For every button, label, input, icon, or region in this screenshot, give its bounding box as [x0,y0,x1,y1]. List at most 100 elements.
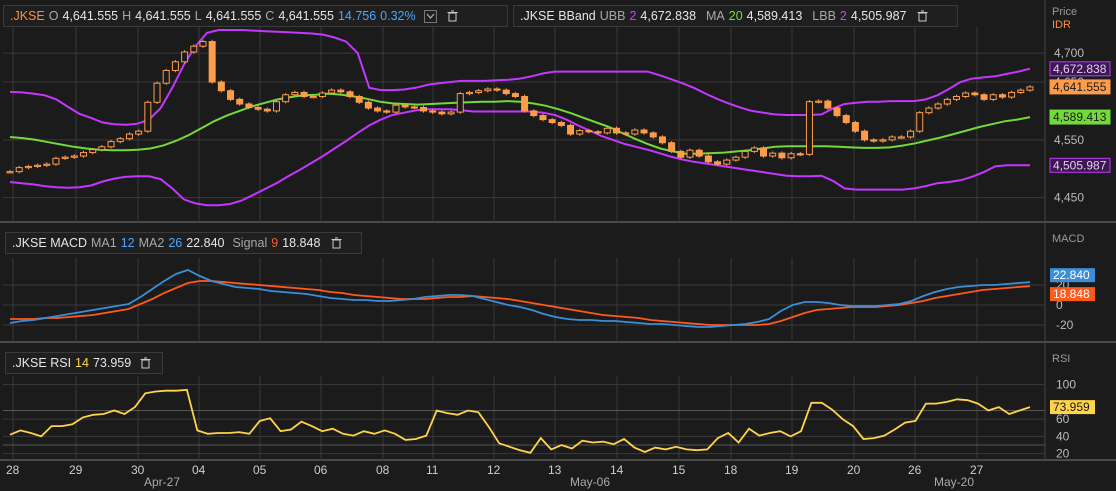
candle-body [401,104,409,108]
price-plot[interactable] [6,29,1034,207]
candle-body [668,142,676,152]
candle-body [291,91,299,96]
candle-body [300,91,308,97]
change-value: 14.756 [337,9,377,23]
candle-body [34,164,42,167]
candle-body [171,61,179,71]
rsi-line [9,388,1031,454]
rsi-axis-title: RSI [1052,353,1071,365]
price-axis-unit: IDR [1052,19,1071,31]
candle-body [199,41,207,47]
macd-tick-label: -20 [1056,318,1074,332]
price-symbol: .JKSE [10,9,45,23]
candle-body [888,136,896,141]
trash-icon[interactable] [445,8,461,24]
low-label: L [194,9,202,23]
candle-body [622,132,630,135]
candle-body [723,159,731,165]
candle-body [364,101,372,109]
x-day-label: 20 [847,463,861,477]
candle-body [971,92,979,96]
candle-body [410,106,418,109]
candle-body [778,152,786,159]
candle-body [760,147,768,157]
candle-body [796,153,804,156]
chevron-down-icon[interactable] [423,9,437,23]
price-legend[interactable]: .JKSE O 4,641.555 H 4,641.555 L 4,641.555 C… [3,5,508,27]
candle-body [493,88,501,91]
price-tick-label: 4,700 [1054,46,1084,60]
bband-legend[interactable]: .JKSE BBand UBB 2 4,672.838 MA 20 4,589.413 … [513,5,958,27]
lbb-label: LBB [812,9,836,23]
candle-body [805,101,813,155]
candle-body [263,108,271,112]
candle-body [43,163,51,166]
candle-body [548,119,556,123]
x-month-label: Apr-27 [144,475,180,489]
low-value: 4,641.555 [205,9,262,23]
candle-body [217,81,225,92]
ubb-label: UBB [599,9,626,23]
candle-body [567,124,575,135]
signal-value: 18.848 [282,236,321,250]
lbb-period: 2 [839,9,847,23]
candle-body [1017,89,1025,93]
candle-body [714,161,722,165]
rsi-period: 14 [75,356,89,370]
candle-body [649,132,657,138]
candle-body [162,69,170,84]
candle-body [328,89,336,94]
candle-body [181,51,189,63]
candle-body [144,101,152,132]
candle-body [429,110,437,113]
signal-line [10,280,1031,326]
candle-body [769,152,777,157]
candle-body [107,141,115,148]
x-day-label: 18 [724,463,738,477]
x-day-label: 11 [426,463,439,477]
macd-plot[interactable] [9,269,1031,328]
candle-body [815,100,823,103]
x-day-label: 08 [376,463,390,477]
macd-axis-title: MACD [1052,233,1085,245]
candle-body [557,122,565,126]
ma1-label: MA1 [91,236,117,250]
rsi-legend[interactable]: .JKSE RSI 14 73.959 [5,352,163,374]
macd-legend[interactable]: .JKSE MACD MA1 12 MA2 26 22.840 Signal 9 18.… [5,232,362,254]
price-tag-label: 4,672.838 [1053,62,1107,76]
candle-body [15,167,23,173]
candle-body [24,165,32,169]
candle-body [447,111,455,115]
price-tag-label: 4,505.987 [1053,158,1107,172]
rsi-tag-label: 73.959 [1053,400,1090,414]
candle-body [456,93,464,113]
trash-icon[interactable] [328,235,344,251]
candle-body [227,90,235,100]
candle-body [603,127,611,134]
macd-tag-label: 18.848 [1053,287,1090,301]
rsi-plot[interactable] [9,388,1031,454]
macd-value: 22.840 [186,236,225,250]
candle-body [640,129,648,134]
ma-label: MA [706,9,725,23]
candle-body [125,133,133,140]
trash-icon[interactable] [139,355,152,371]
candle-body [787,153,795,159]
candle-body [833,107,841,117]
candle-body [943,98,951,105]
close-label: C [265,9,275,23]
ma-value: 4,589.413 [746,9,803,23]
candle-body [952,95,960,100]
candle-body [337,89,345,93]
trash-icon[interactable] [914,8,930,24]
candle-body [962,92,970,97]
x-day-label: 05 [253,463,267,477]
x-day-label: 26 [908,463,922,477]
candle-body [502,89,510,95]
candle-body [318,92,326,97]
candle-body [704,155,712,163]
x-month-label: May-06 [570,475,610,489]
candle-body [741,150,749,158]
candle-body [916,112,924,132]
candle-body [309,95,317,99]
